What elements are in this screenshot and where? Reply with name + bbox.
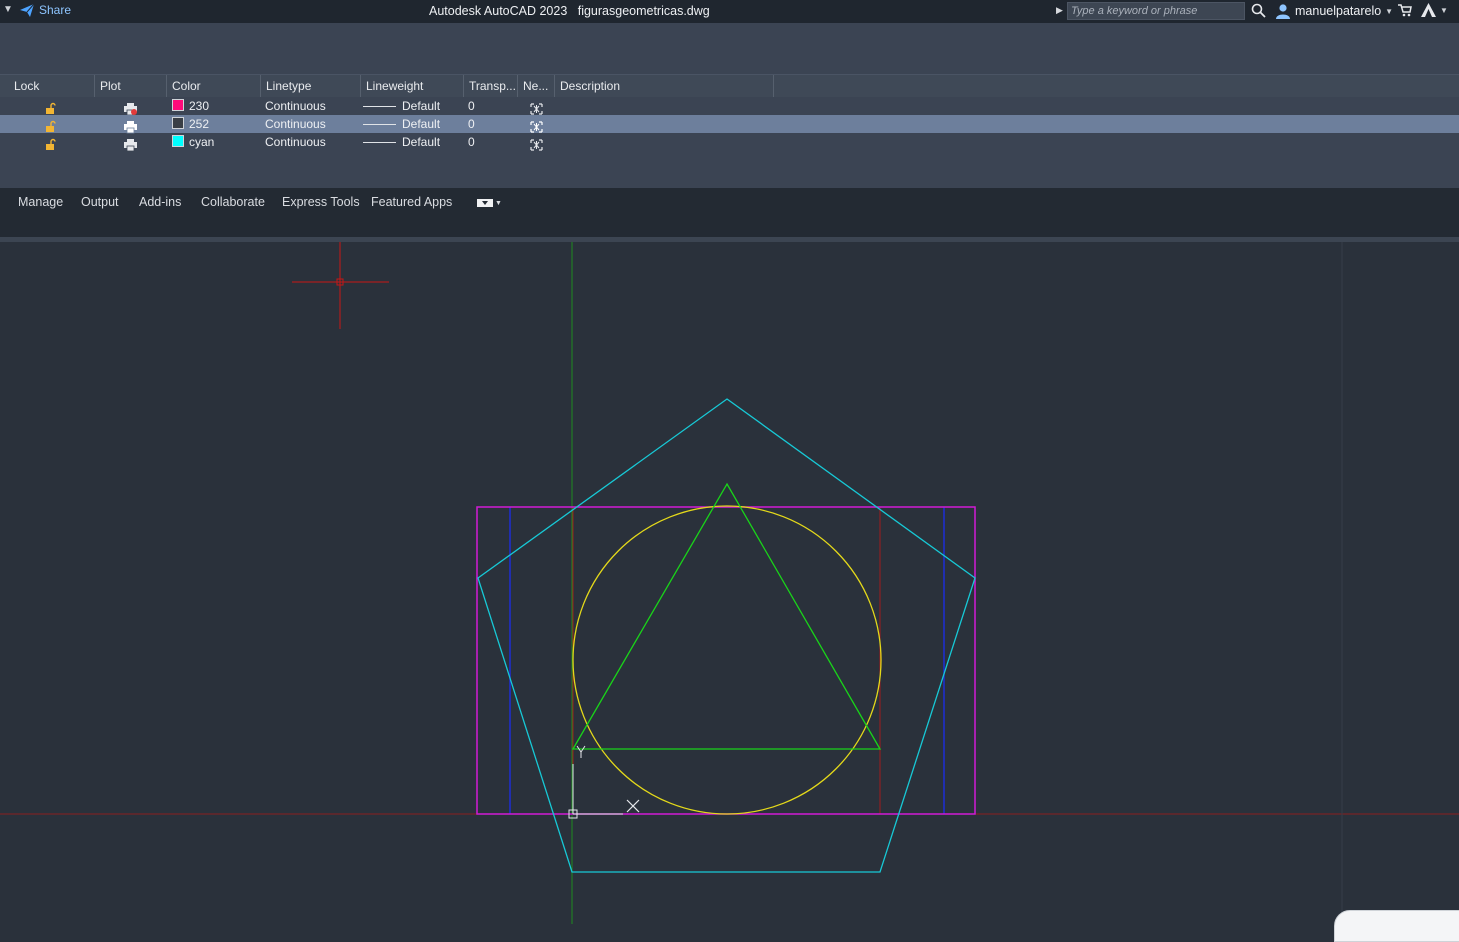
tab-manage[interactable]: Manage — [18, 195, 63, 209]
layer-row[interactable]: cyan Continuous Default 0 — [0, 133, 1459, 154]
column-new-vp-freeze[interactable]: Ne... — [518, 75, 555, 97]
ribbon-display-toggle[interactable]: ▼ — [477, 198, 502, 208]
layer-row[interactable]: 230 Continuous Default 0 — [0, 97, 1459, 116]
lineweight-value: Default — [402, 99, 441, 113]
window-title: Autodesk AutoCAD 2023 figurasgeometricas… — [429, 4, 710, 18]
linetype-cell[interactable]: Continuous — [265, 133, 326, 151]
color-cell[interactable]: 252 — [172, 115, 209, 133]
linetype-cell[interactable]: Continuous — [265, 97, 326, 115]
column-transparency[interactable]: Transp... — [464, 75, 518, 97]
lineweight-value: Default — [402, 117, 441, 131]
lineweight-cell[interactable]: Default — [363, 97, 440, 115]
expand-search-icon[interactable]: ▶ — [1056, 5, 1063, 16]
tab-output[interactable]: Output — [81, 195, 119, 209]
column-description[interactable]: Description — [555, 75, 774, 97]
column-linetype[interactable]: Linetype — [261, 75, 361, 97]
rectangle-shape[interactable] — [476, 506, 976, 815]
layer-table-header: Lock Plot Color Linetype Lineweight Tran… — [0, 74, 1459, 97]
layer-properties-panel: Lock Plot Color Linetype Lineweight Tran… — [0, 23, 1459, 188]
layer-row[interactable]: 252 Continuous Default 0 — [0, 115, 1459, 134]
color-swatch — [172, 135, 184, 147]
linetype-cell[interactable]: Continuous — [265, 115, 326, 133]
circle-shape[interactable] — [572, 505, 882, 815]
pentagon-shape[interactable] — [477, 398, 976, 873]
chevron-down-icon: ▼ — [495, 199, 502, 207]
color-cell[interactable]: 230 — [172, 97, 209, 115]
triangle-shape[interactable] — [571, 482, 882, 750]
unlock-icon[interactable] — [45, 136, 57, 154]
search-box[interactable] — [1067, 2, 1245, 20]
paper-plane-icon — [20, 3, 34, 17]
color-swatch — [172, 117, 184, 129]
tab-collaborate[interactable]: Collaborate — [201, 195, 265, 209]
color-name: cyan — [189, 135, 215, 149]
printer-icon[interactable] — [124, 136, 137, 154]
notification-popup[interactable] — [1334, 910, 1459, 942]
tab-express-tools[interactable]: Express Tools — [282, 195, 360, 209]
app-title: Autodesk AutoCAD 2023 — [429, 4, 568, 18]
drawing-canvas[interactable] — [0, 242, 1459, 924]
color-cell[interactable]: cyan — [172, 133, 214, 151]
ribbon-tab-bar: Manage Output Add-ins Collaborate Expres… — [0, 188, 1459, 237]
file-name: figurasgeometricas.dwg — [577, 4, 710, 18]
cart-icon[interactable] — [1398, 4, 1412, 17]
autodesk-a360-icon — [1421, 3, 1436, 17]
transparency-cell[interactable]: 0 — [468, 97, 475, 115]
title-bar: ▼ Share Autodesk AutoCAD 2023 figurasgeo… — [0, 0, 1459, 23]
crosshair-cursor — [292, 242, 389, 329]
username: manuelpatarelo — [1295, 4, 1382, 18]
user-icon — [1276, 4, 1290, 19]
lineweight-sample — [363, 124, 396, 125]
search-icon[interactable] — [1251, 3, 1266, 18]
lineweight-cell[interactable]: Default — [363, 133, 440, 151]
transparency-cell[interactable]: 0 — [468, 133, 475, 151]
tab-add-ins[interactable]: Add-ins — [139, 195, 181, 209]
share-button[interactable]: Share — [20, 3, 71, 17]
lineweight-sample — [363, 142, 396, 143]
search-input[interactable] — [1068, 3, 1244, 19]
tab-featured-apps[interactable]: Featured Apps — [371, 195, 452, 209]
autodesk-account-button[interactable]: ▼ — [1421, 3, 1448, 17]
ucs-icon — [568, 745, 640, 819]
transparency-cell[interactable]: 0 — [468, 115, 475, 133]
share-label: Share — [39, 3, 72, 17]
new-vp-freeze-icon[interactable] — [530, 136, 543, 154]
column-color[interactable]: Color — [167, 75, 261, 97]
app-menu-caret-icon[interactable]: ▼ — [3, 4, 13, 15]
lineweight-sample — [363, 106, 396, 107]
user-menu[interactable]: manuelpatarelo ▼ — [1275, 3, 1393, 19]
chevron-down-icon: ▼ — [1440, 5, 1448, 15]
ribbon-minimize-icon — [477, 199, 493, 207]
model-space[interactable] — [0, 242, 1459, 924]
column-plot[interactable]: Plot — [95, 75, 167, 97]
chevron-down-icon: ▼ — [1385, 6, 1394, 16]
color-name: 230 — [189, 99, 210, 113]
color-swatch — [172, 99, 184, 111]
column-lock[interactable]: Lock — [9, 75, 95, 97]
column-lineweight[interactable]: Lineweight — [361, 75, 464, 97]
lineweight-cell[interactable]: Default — [363, 115, 440, 133]
lineweight-value: Default — [402, 135, 441, 149]
color-name: 252 — [189, 117, 210, 131]
